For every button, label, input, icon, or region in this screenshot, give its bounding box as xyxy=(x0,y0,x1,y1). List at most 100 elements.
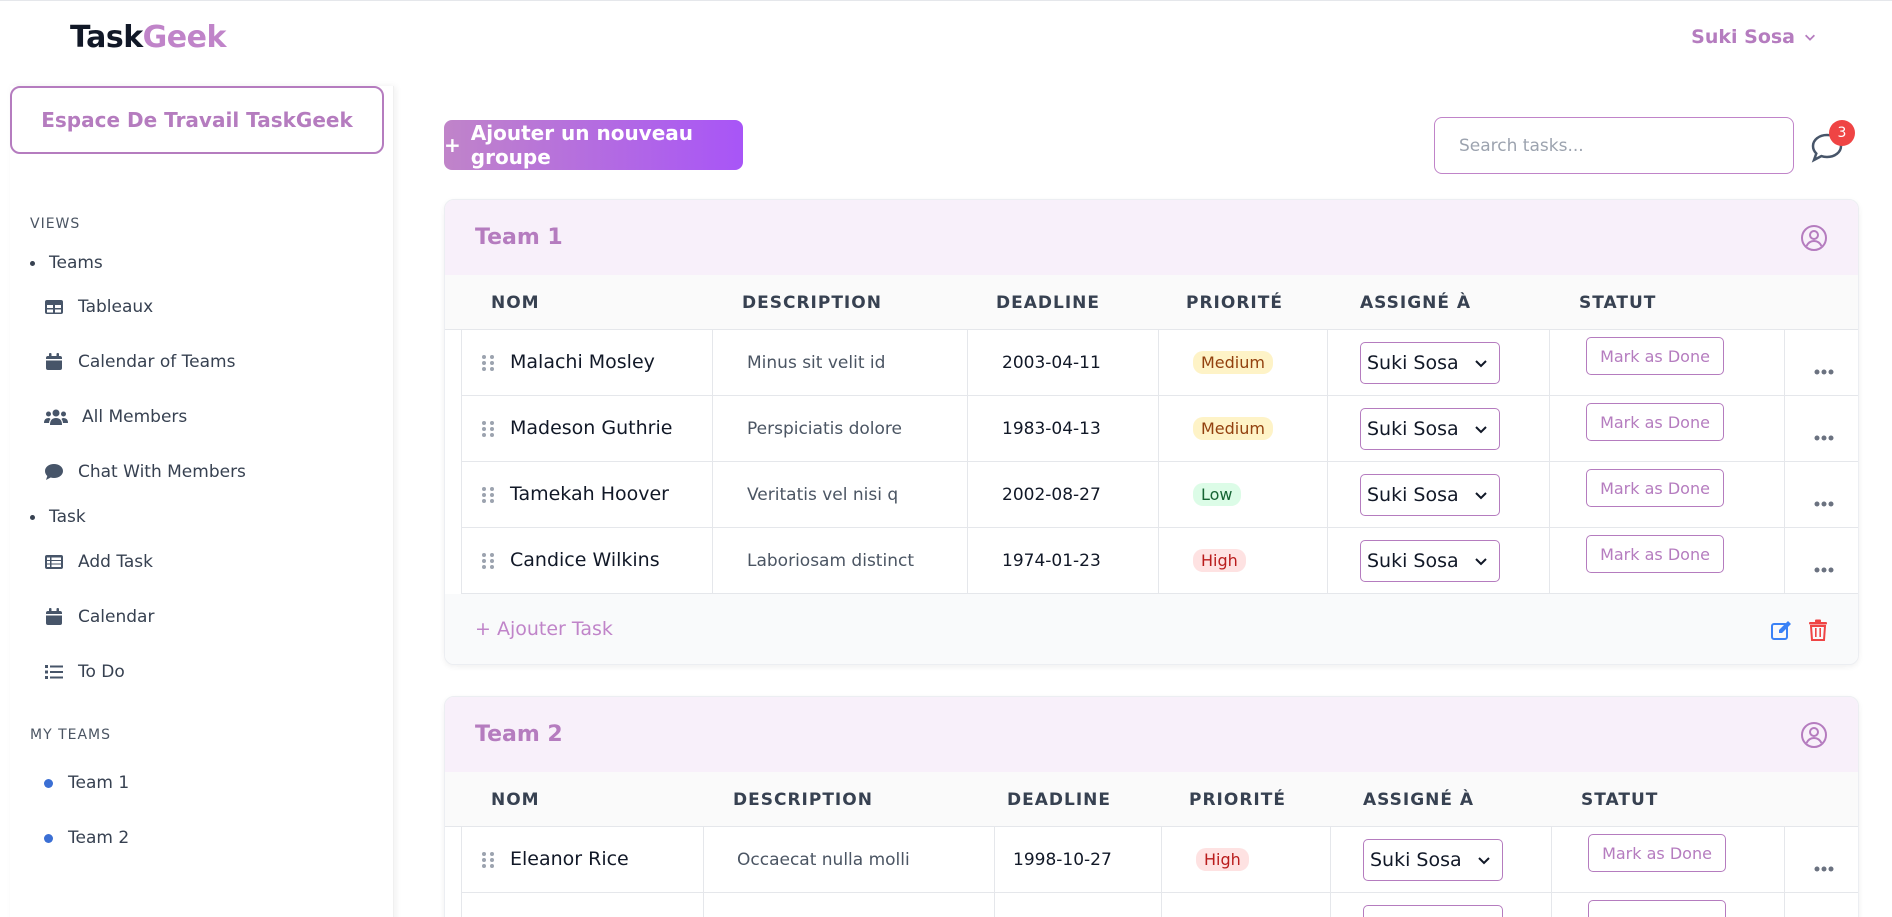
mark-as-done-button[interactable]: Mark as Done xyxy=(1586,403,1724,441)
group-footer: + Ajouter Task xyxy=(445,594,1858,664)
add-group-button[interactable]: + Ajouter un nouveau groupe xyxy=(444,120,743,170)
more-options-icon[interactable] xyxy=(1814,558,1834,573)
chevron-down-icon xyxy=(1805,34,1815,41)
task-deadline: 2003-04-11 xyxy=(1002,353,1101,373)
sidebar-item-all-members[interactable]: All Members xyxy=(44,407,187,427)
drag-handle-icon[interactable] xyxy=(481,851,495,869)
plus-icon: + xyxy=(444,133,461,157)
my-teams-section-title: MY TEAMS xyxy=(30,727,112,743)
column-header-priority[interactable]: PRIORITÉ xyxy=(1186,293,1283,313)
assignee-select[interactable]: Suki Sosa xyxy=(1360,408,1500,450)
sidebar-item-to-do[interactable]: To Do xyxy=(44,662,125,682)
task-name[interactable]: Tamekah Hoover xyxy=(510,483,669,505)
user-name: Suki Sosa xyxy=(1691,26,1795,48)
group-title: Team 1 xyxy=(475,225,563,250)
sidebar-item-chat-with-members[interactable]: Chat With Members xyxy=(44,462,246,482)
priority-badge: Medium xyxy=(1193,417,1273,440)
task-description: Occaecat nulla molli xyxy=(737,850,910,870)
group-header: Team 1 xyxy=(445,200,1858,275)
mark-as-done-button[interactable]: Mark as Done xyxy=(1586,535,1724,573)
column-header-status[interactable]: STATUT xyxy=(1579,293,1656,313)
sidebar-item-calendar[interactable]: Calendar xyxy=(44,607,154,627)
column-header-deadline[interactable]: DEADLINE xyxy=(1007,790,1111,810)
teams-group-text: Teams xyxy=(49,253,103,273)
column-header-description[interactable]: DESCRIPTION xyxy=(733,790,873,810)
assignee-select[interactable]: Suki Sosa xyxy=(1360,342,1500,384)
column-header-assigned[interactable]: ASSIGNÉ À xyxy=(1363,790,1474,810)
column-header-assigned[interactable]: ASSIGNÉ À xyxy=(1360,293,1471,313)
notification-badge: 3 xyxy=(1829,120,1855,146)
table-header: NOM DESCRIPTION DEADLINE PRIORITÉ ASSIGN… xyxy=(445,772,1858,827)
sidebar-item-label: To Do xyxy=(78,662,125,682)
edit-icon[interactable] xyxy=(1770,620,1792,642)
task-name[interactable]: Malachi Mosley xyxy=(510,351,655,373)
drag-handle-icon[interactable] xyxy=(481,354,495,372)
mark-as-done-button-partial[interactable] xyxy=(1588,900,1726,917)
search-input[interactable] xyxy=(1434,117,1794,174)
more-options-icon[interactable] xyxy=(1814,857,1834,872)
drag-handle-icon[interactable] xyxy=(481,420,495,438)
sidebar: Espace De Travail TaskGeek VIEWS Teams T… xyxy=(10,86,394,917)
task-name[interactable]: Madeson Guthrie xyxy=(510,417,672,439)
assignee-value: Suki Sosa xyxy=(1367,550,1459,572)
assignee-select-partial[interactable] xyxy=(1363,905,1503,917)
add-task-link[interactable]: + Ajouter Task xyxy=(475,618,613,640)
column-header-name[interactable]: NOM xyxy=(491,293,540,313)
workspace-button[interactable]: Espace De Travail TaskGeek xyxy=(10,86,384,154)
more-options-icon[interactable] xyxy=(1814,360,1834,375)
table-row: Madeson Guthrie Perspiciatis dolore 1983… xyxy=(461,396,1858,462)
add-group-label: Ajouter un nouveau groupe xyxy=(470,121,694,169)
list-icon xyxy=(45,665,63,679)
team-dot-icon xyxy=(44,778,53,788)
bullet-icon xyxy=(30,260,35,266)
assignee-select[interactable]: Suki Sosa xyxy=(1363,839,1503,881)
priority-badge: High xyxy=(1196,848,1249,871)
assignee-value: Suki Sosa xyxy=(1367,484,1459,506)
list-table-icon xyxy=(45,555,63,569)
column-header-deadline[interactable]: DEADLINE xyxy=(996,293,1100,313)
column-header-name[interactable]: NOM xyxy=(491,790,540,810)
column-header-status[interactable]: STATUT xyxy=(1581,790,1658,810)
sidebar-item-team-1[interactable]: Team 1 xyxy=(44,773,129,793)
user-menu[interactable]: Suki Sosa xyxy=(1691,26,1817,48)
task-name[interactable]: Candice Wilkins xyxy=(510,549,660,571)
task-group-text: Task xyxy=(49,507,86,527)
table-row: Malachi Mosley Minus sit velit id 2003-0… xyxy=(461,330,1858,396)
column-header-priority[interactable]: PRIORITÉ xyxy=(1189,790,1286,810)
drag-handle-icon[interactable] xyxy=(481,552,495,570)
assignee-select[interactable]: Suki Sosa xyxy=(1360,474,1500,516)
sidebar-item-tableaux[interactable]: Tableaux xyxy=(44,297,153,317)
sidebar-item-label: Add Task xyxy=(78,552,154,572)
mark-as-done-button[interactable]: Mark as Done xyxy=(1588,834,1726,872)
sidebar-item-add-task[interactable]: Add Task xyxy=(44,552,153,572)
table-row: Tamekah Hoover Veritatis vel nisi q 2002… xyxy=(461,462,1858,528)
sidebar-item-team-2[interactable]: Team 2 xyxy=(44,828,129,848)
assignee-select[interactable]: Suki Sosa xyxy=(1360,540,1500,582)
user-circle-icon[interactable] xyxy=(1800,721,1828,749)
task-description: Veritatis vel nisi q xyxy=(747,485,899,505)
column-header-description[interactable]: DESCRIPTION xyxy=(742,293,882,313)
top-border xyxy=(0,0,1892,1)
chevron-down-icon xyxy=(1475,492,1487,500)
more-options-icon[interactable] xyxy=(1814,426,1834,441)
sidebar-item-calendar-of-teams[interactable]: Calendar of Teams xyxy=(44,352,235,372)
table-row: Eleanor Rice Occaecat nulla molli 1998-1… xyxy=(461,827,1858,893)
assignee-value: Suki Sosa xyxy=(1367,352,1459,374)
task-deadline: 2002-08-27 xyxy=(1002,485,1101,505)
sidebar-item-label: Team 2 xyxy=(68,828,130,848)
views-section-title: VIEWS xyxy=(30,216,81,232)
trash-icon[interactable] xyxy=(1808,619,1828,641)
task-description: Minus sit velit id xyxy=(747,353,886,373)
user-circle-icon[interactable] xyxy=(1800,224,1828,252)
group-title: Team 2 xyxy=(475,722,563,747)
drag-handle-icon[interactable] xyxy=(481,486,495,504)
more-options-icon[interactable] xyxy=(1814,492,1834,507)
mark-as-done-button[interactable]: Mark as Done xyxy=(1586,337,1724,375)
app-logo[interactable]: TaskGeek xyxy=(70,20,226,55)
task-name[interactable]: Eleanor Rice xyxy=(510,848,629,870)
mark-as-done-button[interactable]: Mark as Done xyxy=(1586,469,1724,507)
assignee-value: Suki Sosa xyxy=(1367,418,1459,440)
group-card-team-2: Team 2 NOM DESCRIPTION DEADLINE PRIORITÉ… xyxy=(444,696,1859,917)
table-header: NOM DESCRIPTION DEADLINE PRIORITÉ ASSIGN… xyxy=(445,275,1858,330)
sidebar-item-label: Team 1 xyxy=(68,773,130,793)
